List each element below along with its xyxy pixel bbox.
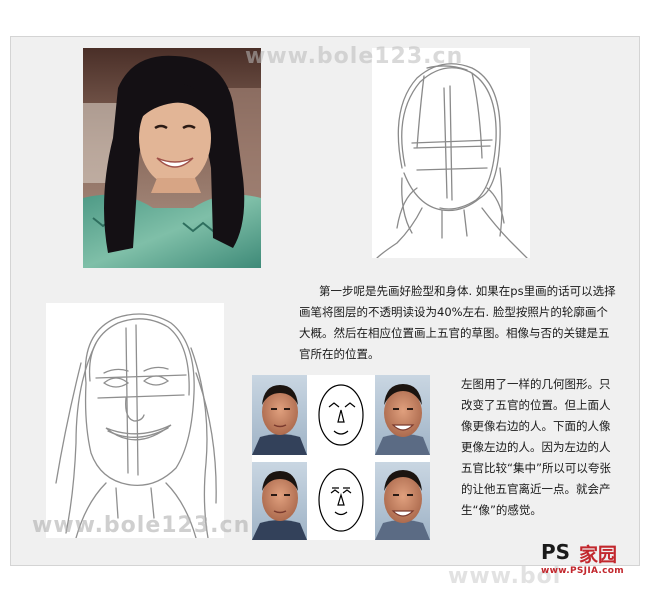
- face-sketch-detailed: [46, 303, 224, 538]
- diagram-bottom: [318, 468, 364, 532]
- diagram-top: [318, 384, 364, 446]
- paragraph-step-one: 第一步呢是先画好脸型和身体. 如果在ps里画的话可以选择画笔将图层的不透明读设为…: [299, 284, 616, 361]
- psjia-logo: PS 家园 www.PSJIA.com: [541, 540, 641, 592]
- logo-url-text: www.PSJIA.com: [541, 566, 624, 576]
- logo-ps-text: PS: [541, 540, 571, 564]
- face-comparison-figure: [252, 375, 430, 540]
- photo-man-right-top: [375, 375, 430, 455]
- reference-photo: [83, 48, 261, 268]
- logo-cn-text: 家园: [579, 544, 618, 566]
- paragraph-feature-position: 左图用了一样的几何图形。只改变了五官的位置。但上面人像更像右边的人。下面的人像更…: [461, 377, 611, 517]
- photo-man-right-bottom: [375, 462, 430, 540]
- watermark-bottom-left: www.bole123.cn: [32, 513, 251, 538]
- photo-man-left-top: [252, 375, 307, 455]
- face-sketch-outline: [372, 48, 530, 258]
- watermark-top: www.bole123.cn: [245, 44, 464, 69]
- photo-man-left-bottom: [252, 462, 307, 540]
